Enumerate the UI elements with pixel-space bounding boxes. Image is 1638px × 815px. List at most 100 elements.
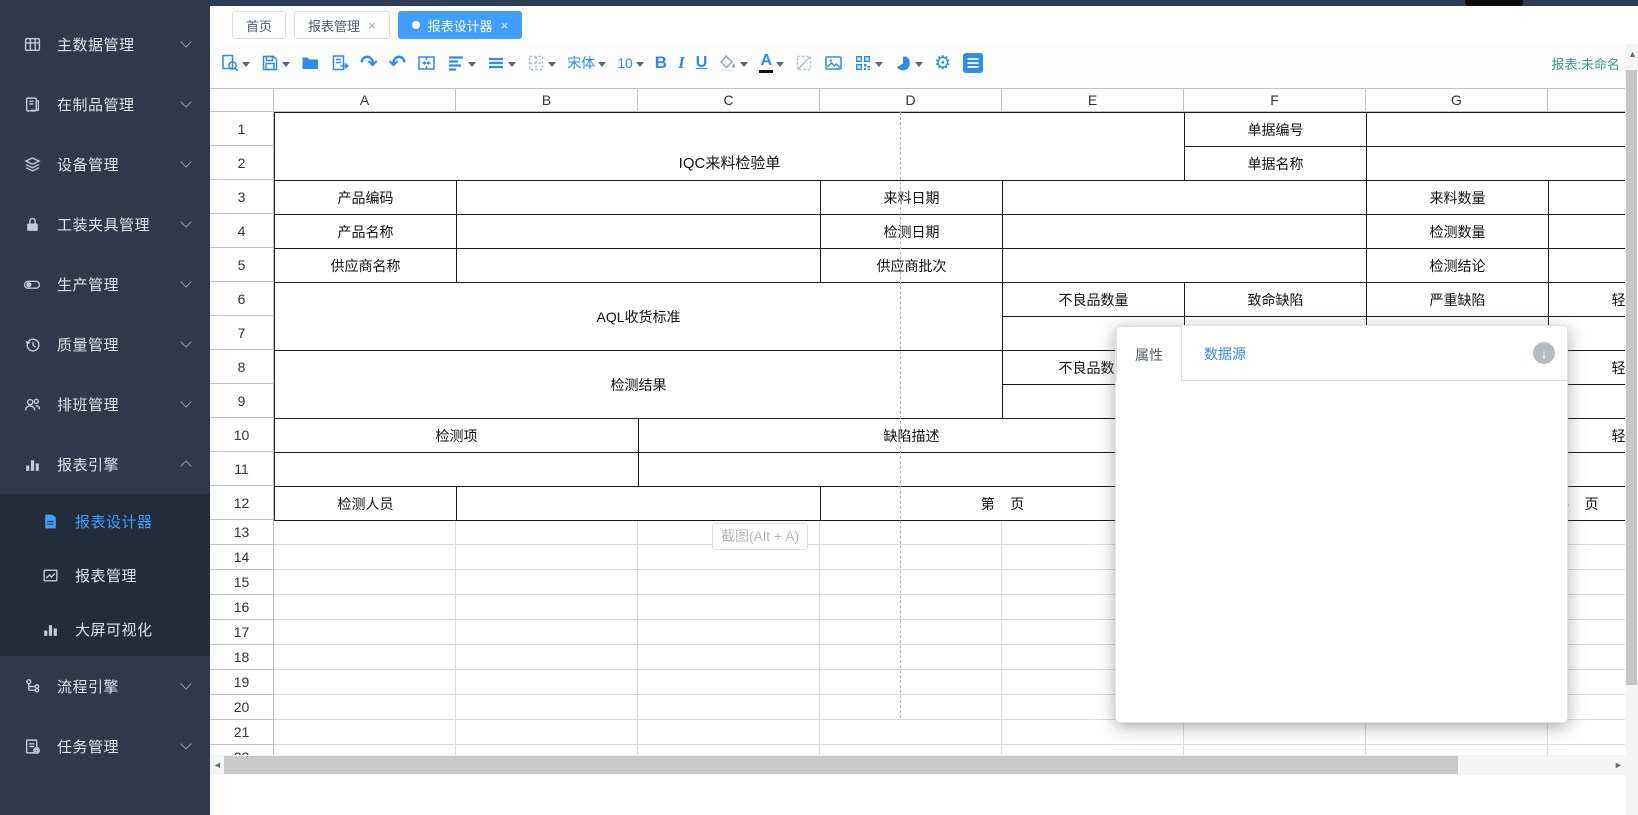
cell-C11[interactable] — [638, 452, 1185, 487]
page-tab-0[interactable]: 首页 — [232, 11, 286, 39]
cell-bg[interactable] — [274, 670, 456, 695]
sidebar-item-tooling[interactable]: 工装夹具管理 — [0, 194, 210, 254]
row-header-9[interactable]: 9 — [210, 384, 274, 418]
merge-cells-button[interactable] — [416, 48, 437, 78]
sidebar-item-process-engine[interactable]: 流程引擎 — [0, 656, 210, 716]
row-header-12[interactable]: 12 — [210, 486, 274, 520]
col-header-G[interactable]: G — [1366, 88, 1548, 112]
cell-G4[interactable]: 检测数量 — [1366, 214, 1549, 249]
cell-H4[interactable] — [1548, 214, 1626, 249]
scroll-up-icon[interactable]: ▲ — [1628, 50, 1637, 59]
cell-bg[interactable] — [820, 595, 1002, 620]
diagonal-cell-button[interactable] — [794, 48, 814, 78]
cell-bg[interactable] — [820, 695, 1002, 720]
cell-A6[interactable]: AQL收货标准 — [274, 282, 1003, 351]
col-header-C[interactable]: C — [638, 88, 820, 112]
row-header-15[interactable]: 15 — [210, 570, 274, 595]
cell-A11[interactable] — [274, 452, 639, 487]
cell-bg[interactable] — [274, 570, 456, 595]
horizontal-scrollbar[interactable]: ◄ ► — [210, 755, 1626, 775]
row-header-21[interactable]: 21 — [210, 720, 274, 745]
cell-bg[interactable] — [820, 720, 1002, 745]
cell-bg[interactable] — [456, 645, 638, 670]
cell-A5[interactable]: 供应商名称 — [274, 248, 457, 283]
row-header-19[interactable]: 19 — [210, 670, 274, 695]
row-header-13[interactable]: 13 — [210, 520, 274, 545]
cell-bg[interactable] — [1184, 720, 1366, 745]
col-header-F[interactable]: F — [1184, 88, 1366, 112]
cell-E5[interactable] — [1002, 248, 1367, 283]
insert-image-button[interactable] — [823, 48, 844, 78]
cell-bg[interactable] — [820, 545, 1002, 570]
cell-bg[interactable] — [1366, 720, 1548, 745]
cell-G3[interactable]: 来料数量 — [1366, 180, 1549, 215]
cell-H5[interactable] — [1548, 248, 1626, 283]
row-header-6[interactable]: 6 — [210, 282, 274, 316]
panel-collapse-button[interactable]: ↓ — [1533, 342, 1555, 364]
cell-F1[interactable]: 单据编号 — [1184, 112, 1367, 147]
cell-bg[interactable] — [456, 520, 638, 545]
scroll-right-icon[interactable]: ► — [1614, 761, 1623, 770]
cell-bg[interactable] — [274, 520, 456, 545]
row-header-14[interactable]: 14 — [210, 545, 274, 570]
cell-bg[interactable] — [638, 570, 820, 595]
line-style-button[interactable] — [486, 48, 517, 78]
cell-bg[interactable] — [1002, 720, 1184, 745]
sidebar-item-wip[interactable]: 在制品管理 — [0, 74, 210, 134]
cell-A1[interactable]: IQC来料检验单 — [274, 112, 1185, 181]
cell-F2[interactable]: 单据名称 — [1184, 146, 1367, 181]
cell-B3[interactable] — [456, 180, 821, 215]
cell-H6[interactable]: 轻微缺陷 — [1548, 282, 1626, 317]
export-button[interactable] — [330, 48, 350, 78]
vertical-scrollbar[interactable]: ▲ — [1625, 44, 1638, 815]
cell-A3[interactable]: 产品编码 — [274, 180, 457, 215]
font-size-select[interactable]: 10 — [616, 48, 645, 78]
font-color-button[interactable]: A — [758, 48, 785, 78]
col-header-H[interactable]: H — [1548, 88, 1626, 112]
cell-H3[interactable] — [1548, 180, 1626, 215]
row-header-8[interactable]: 8 — [210, 350, 274, 384]
scroll-left-icon[interactable]: ◄ — [213, 761, 222, 770]
sidebar-item-report-designer[interactable]: 报表设计器 — [0, 494, 210, 548]
align-button[interactable] — [446, 48, 477, 78]
col-header-E[interactable]: E — [1002, 88, 1184, 112]
sidebar-item-production[interactable]: 生产管理 — [0, 254, 210, 314]
sidebar-item-dashboard[interactable]: 大屏可视化 — [0, 602, 210, 656]
panel-toggle-button[interactable] — [961, 48, 985, 78]
row-header-20[interactable]: 20 — [210, 695, 274, 720]
cell-bg[interactable] — [820, 570, 1002, 595]
cell-bg[interactable] — [456, 670, 638, 695]
row-header-5[interactable]: 5 — [210, 248, 274, 282]
cell-A10[interactable]: 检测项 — [274, 418, 639, 453]
border-button[interactable] — [526, 48, 557, 78]
sidebar-item-report-engine[interactable]: 报表引擎 — [0, 434, 210, 494]
sidebar-item-task[interactable]: 任务管理 — [0, 716, 210, 776]
cell-bg[interactable] — [456, 570, 638, 595]
bold-button[interactable]: B — [654, 48, 668, 78]
row-header-4[interactable]: 4 — [210, 214, 274, 248]
vertical-scroll-thumb[interactable] — [1626, 70, 1637, 685]
italic-button[interactable]: I — [677, 48, 686, 78]
cell-G5[interactable]: 检测结论 — [1366, 248, 1549, 283]
cell-bg[interactable] — [820, 670, 1002, 695]
cell-G6[interactable]: 严重缺陷 — [1366, 282, 1549, 317]
col-header-B[interactable]: B — [456, 88, 638, 112]
row-header-10[interactable]: 10 — [210, 418, 274, 452]
cell-A8[interactable]: 检测结果 — [274, 350, 1003, 419]
save-button[interactable] — [260, 48, 291, 78]
col-header-D[interactable]: D — [820, 88, 1002, 112]
sheet-corner[interactable] — [210, 88, 274, 112]
sidebar-item-report-management[interactable]: 报表管理 — [0, 548, 210, 602]
cell-bg[interactable] — [638, 695, 820, 720]
redo-button[interactable]: ↷ — [359, 48, 379, 78]
open-button[interactable] — [300, 48, 321, 78]
underline-button[interactable]: U — [695, 48, 709, 78]
qrcode-button[interactable] — [853, 48, 884, 78]
row-header-16[interactable]: 16 — [210, 595, 274, 620]
cell-bg[interactable] — [638, 595, 820, 620]
cell-D3[interactable]: 来料日期 — [820, 180, 1003, 215]
cell-E4[interactable] — [1002, 214, 1367, 249]
panel-tab-properties[interactable]: 属性 — [1116, 326, 1182, 382]
cell-D4[interactable]: 检测日期 — [820, 214, 1003, 249]
cell-A12[interactable]: 检测人员 — [274, 486, 457, 521]
